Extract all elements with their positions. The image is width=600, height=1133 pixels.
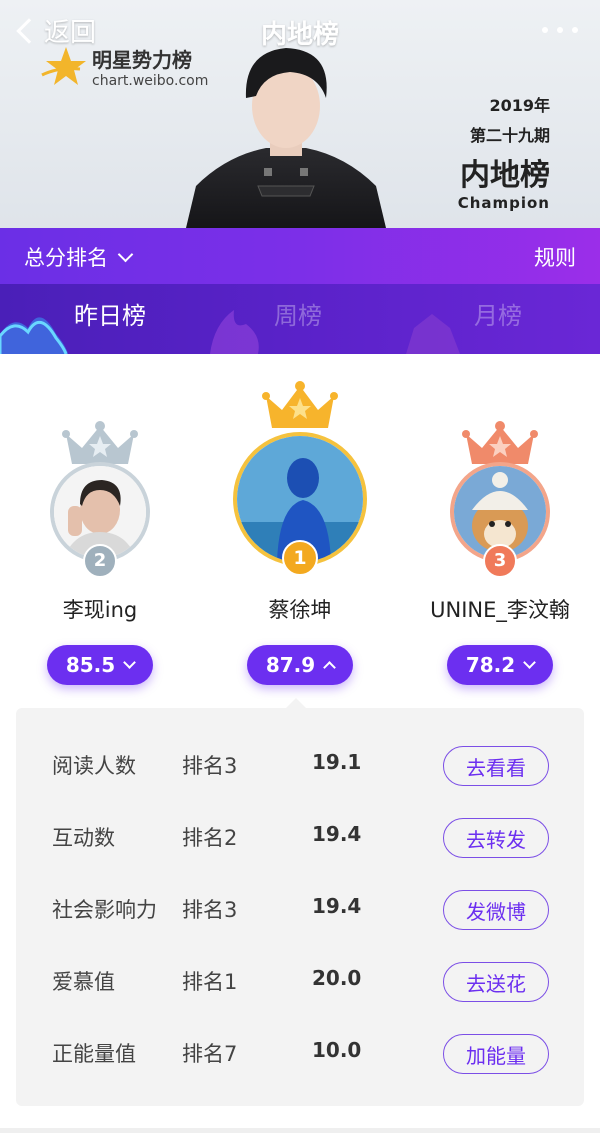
metric-value: 10.0: [312, 1038, 362, 1062]
metric-rank: 排名3: [182, 754, 238, 778]
metric-name: 正能量值: [52, 1042, 136, 1066]
metric-rank: 排名2: [182, 826, 238, 850]
detail-row: 互动数 排名2 19.4 去转发: [16, 800, 584, 872]
logo-url: chart.weibo.com: [92, 73, 209, 89]
champion-year: 2019年: [489, 96, 550, 115]
star-name-rank-3: UNINE_李汶翰: [430, 598, 570, 622]
star-name-rank-1: 蔡徐坤: [268, 598, 332, 622]
header-banner: 返回 内地榜 明星势力榜 chart.weibo.com 2019年 第二十九期…: [0, 0, 600, 228]
silver-crown-icon: [62, 421, 138, 464]
detail-row: 阅读人数 排名3 19.1 去看看: [16, 728, 584, 800]
metric-value: 19.4: [312, 822, 362, 846]
metric-value: 19.1: [312, 750, 362, 774]
detail-row: 社会影响力 排名3 19.4 发微博: [16, 872, 584, 944]
metric-value: 20.0: [312, 966, 362, 990]
metric-name: 互动数: [52, 826, 115, 850]
metric-value: 19.4: [312, 894, 362, 918]
sort-label: 总分排名: [24, 246, 108, 270]
chevron-down-icon: [523, 656, 537, 669]
chevron-down-icon: [117, 246, 134, 262]
podium-rank-1[interactable]: 1 蔡徐坤 87.9: [200, 380, 400, 690]
score-toggle-rank-3[interactable]: 78.2: [447, 645, 553, 685]
champion-portrait: [186, 48, 386, 228]
metric-name: 爱慕值: [52, 970, 115, 994]
chevron-down-icon: [123, 656, 137, 669]
metric-name: 阅读人数: [52, 754, 136, 778]
panel-pointer: [286, 698, 306, 708]
logo-name: 明星势力榜: [92, 48, 192, 72]
metric-rank: 排名7: [182, 1042, 238, 1066]
chevron-up-icon: [323, 661, 337, 674]
send-flowers-button[interactable]: 去送花: [443, 962, 549, 1002]
go-view-button[interactable]: 去看看: [443, 746, 549, 786]
score-value: 87.9: [265, 653, 316, 677]
rank-badge-3: 3: [483, 544, 517, 578]
score-value: 85.5: [65, 653, 116, 677]
rank-badge-2: 2: [83, 544, 117, 578]
post-weibo-button[interactable]: 发微博: [443, 890, 549, 930]
podium-rank-3[interactable]: 3 UNINE_李汶翰 78.2: [400, 380, 600, 690]
bronze-crown-icon: [462, 421, 538, 464]
champion-board: 内地榜: [460, 158, 550, 193]
champion-label: Champion: [457, 194, 550, 212]
metric-rank: 排名3: [182, 898, 238, 922]
sort-dropdown[interactable]: 总分排名: [24, 242, 134, 272]
podium-rank-2[interactable]: 2 李现ing 85.5: [0, 380, 200, 690]
gold-crown-icon: [262, 381, 338, 428]
add-energy-button[interactable]: 加能量: [443, 1034, 549, 1074]
more-dots-icon[interactable]: [540, 18, 580, 38]
score-details-panel: 阅读人数 排名3 19.1 去看看 互动数 排名2 19.4 去转发 社会影响力…: [16, 708, 584, 1106]
star-logo-icon: [41, 46, 86, 85]
score-toggle-rank-2[interactable]: 85.5: [47, 645, 153, 685]
rank-badge-1: 1: [282, 540, 318, 576]
score-value: 78.2: [465, 653, 516, 677]
detail-row: 爱慕值 排名1 20.0 去送花: [16, 944, 584, 1016]
period-tabs: 昨日榜 周榜 月榜: [0, 284, 600, 354]
tab-yesterday[interactable]: 昨日榜: [10, 296, 210, 331]
repost-button[interactable]: 去转发: [443, 818, 549, 858]
tab-monthly[interactable]: 月榜: [398, 296, 598, 331]
star-name-rank-2: 李现ing: [62, 598, 138, 622]
champion-info: 2019年 第二十九期 内地榜 Champion: [458, 92, 550, 212]
metric-rank: 排名1: [182, 970, 238, 994]
metric-name: 社会影响力: [52, 898, 157, 922]
sort-bar: 总分排名 规则: [0, 228, 600, 284]
champion-period: 第二十九期: [469, 126, 550, 145]
tab-weekly[interactable]: 周榜: [198, 296, 398, 331]
score-toggle-rank-1[interactable]: 87.9: [247, 645, 353, 685]
bottom-divider: [0, 1128, 600, 1133]
detail-row: 正能量值 排名7 10.0 加能量: [16, 1016, 584, 1088]
rules-link[interactable]: 规则: [534, 242, 576, 272]
weibo-chart-logo: 明星势力榜 chart.weibo.com: [40, 44, 208, 89]
